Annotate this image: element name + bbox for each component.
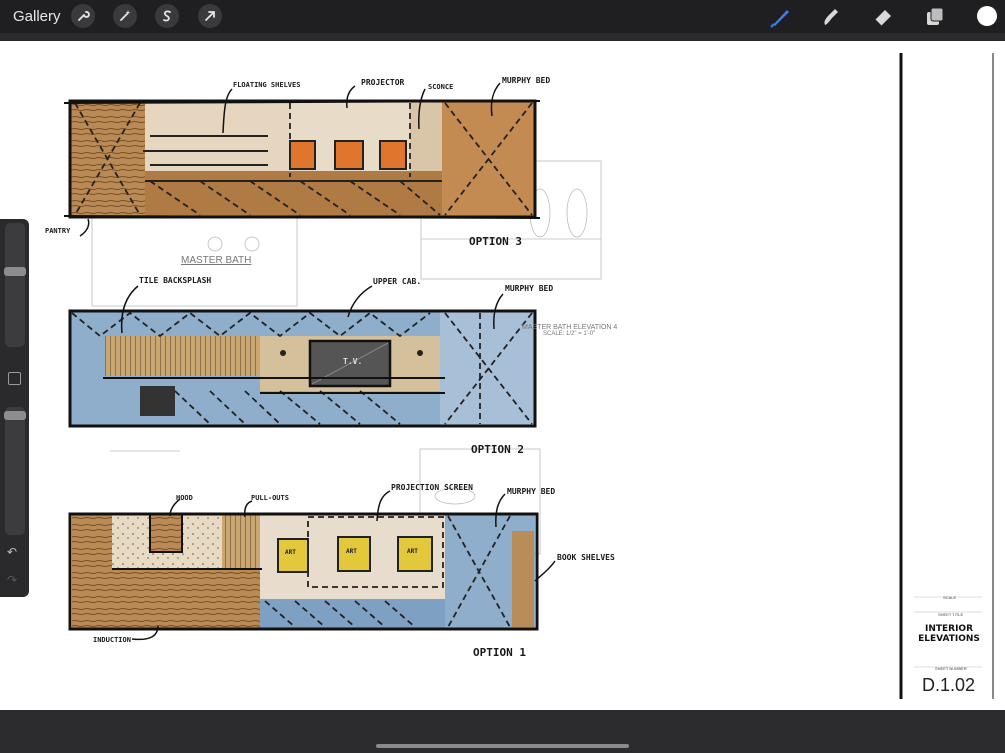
murphy-bed-label-1: MURPHY BED bbox=[502, 76, 551, 85]
master-bath-elevation-4-label: MASTER BATH ELEVATION 4 bbox=[522, 324, 618, 331]
projector-label: PROJECTOR bbox=[361, 78, 405, 87]
floating-shelves-label: FLOATING SHELVES bbox=[233, 81, 301, 89]
pantry-label: PANTRY bbox=[45, 227, 71, 235]
scale-caption: SCALE bbox=[943, 595, 957, 600]
upper-cab-label: UPPER CAB. bbox=[373, 277, 422, 286]
top-toolbar: Gallery bbox=[0, 0, 1005, 33]
wrench-icon[interactable] bbox=[71, 4, 95, 28]
hood-label: HOOD bbox=[176, 494, 193, 502]
magic-wand-icon[interactable] bbox=[113, 4, 137, 28]
sheet-title: INTERIOR ELEVATIONS bbox=[905, 624, 993, 644]
toolbar-divider bbox=[0, 33, 1005, 41]
sheet-number-caption: SHEET NUMBER bbox=[935, 666, 967, 671]
master-bath-label: MASTER BATH bbox=[181, 255, 252, 266]
layers-icon[interactable] bbox=[923, 5, 947, 29]
opacity-knob[interactable] bbox=[4, 411, 26, 420]
sheet-title-caption: SHEET TITLE bbox=[938, 612, 964, 617]
elevation-option-3 bbox=[63, 99, 541, 219]
option-3-label: OPTION 3 bbox=[469, 235, 522, 248]
home-indicator[interactable] bbox=[376, 744, 629, 748]
transform-arrow-icon[interactable] bbox=[198, 4, 222, 28]
tv-label: T.V. bbox=[343, 357, 363, 366]
art-label-3: ART bbox=[407, 548, 418, 555]
smudge-icon[interactable] bbox=[819, 5, 843, 29]
sheet-title-line-2: ELEVATIONS bbox=[918, 634, 980, 644]
undo-icon[interactable]: ↶ bbox=[7, 545, 17, 559]
eraser-icon[interactable] bbox=[871, 5, 895, 29]
sheet-title-line-1: INTERIOR bbox=[924, 624, 974, 634]
scale-note: SCALE: 1/2" = 1'-0" bbox=[543, 331, 596, 337]
brush-size-knob[interactable] bbox=[4, 267, 26, 276]
projection-screen-label: PROJECTION SCREEN bbox=[391, 483, 473, 492]
elevation-option-1 bbox=[68, 512, 539, 631]
book-shelves-label: BOOK SHELVES bbox=[557, 553, 615, 562]
brush-icon[interactable] bbox=[769, 5, 793, 29]
brush-sidebar: ↶ ↷ bbox=[0, 219, 29, 597]
elevation-option-2 bbox=[68, 309, 537, 428]
sconce-label: SCONCE bbox=[428, 83, 454, 91]
sketch-drawing bbox=[63, 53, 994, 699]
pullouts-label: PULL-OUTS bbox=[251, 494, 289, 502]
sheet-number: D.1.02 bbox=[922, 675, 976, 695]
redo-icon[interactable]: ↷ bbox=[7, 573, 17, 587]
color-swatch[interactable] bbox=[977, 6, 997, 26]
opacity-slider[interactable] bbox=[5, 407, 25, 535]
brush-size-slider[interactable] bbox=[5, 223, 25, 347]
tile-backsplash-label: TILE BACKSPLASH bbox=[139, 276, 212, 285]
induction-label: INDUCTION bbox=[93, 636, 131, 644]
modify-button[interactable] bbox=[8, 372, 21, 385]
option-1-label: OPTION 1 bbox=[473, 646, 526, 659]
murphy-bed-label-3: MURPHY BED bbox=[507, 487, 556, 496]
art-label-2: ART bbox=[346, 548, 357, 555]
option-2-label: OPTION 2 bbox=[471, 443, 524, 456]
art-label-1: ART bbox=[285, 549, 296, 556]
murphy-bed-label-2: MURPHY BED bbox=[505, 284, 554, 293]
selection-icon[interactable] bbox=[155, 4, 179, 28]
gallery-button[interactable]: Gallery bbox=[13, 8, 61, 25]
drawing-canvas[interactable]: FLOATING SHELVES PROJECTOR SCONCE MURPHY… bbox=[0, 41, 1005, 710]
